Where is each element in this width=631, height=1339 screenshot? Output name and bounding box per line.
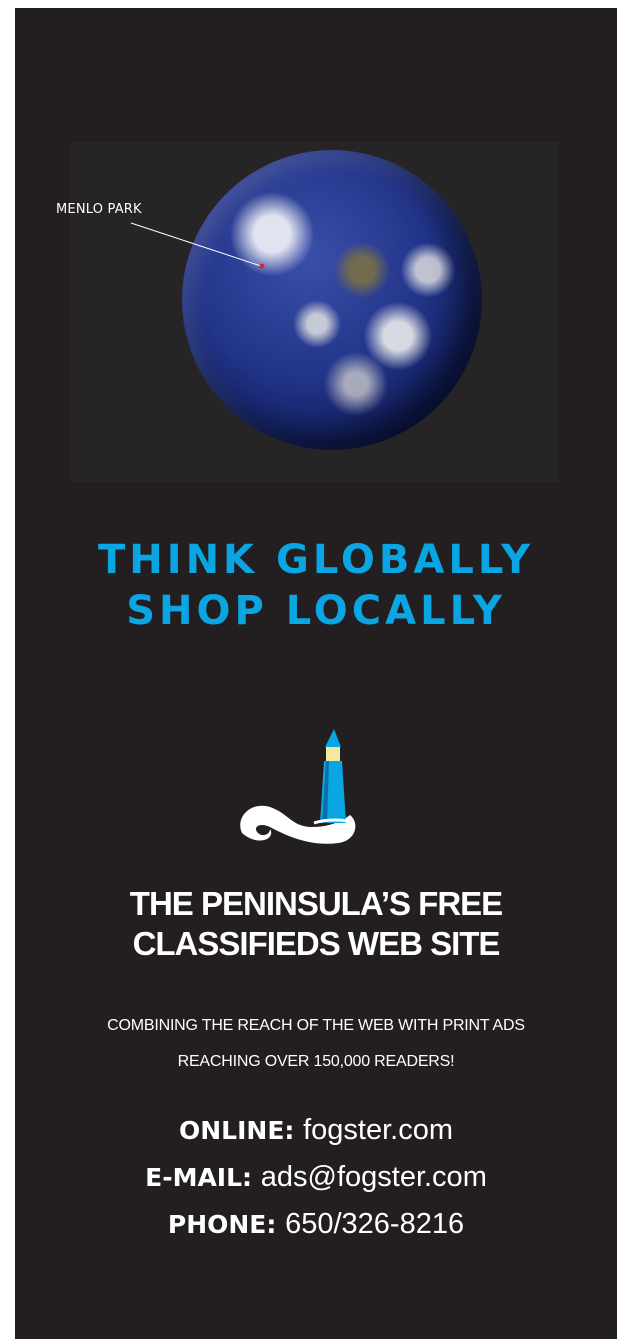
email-value[interactable]: ads@fogster.com: [261, 1161, 487, 1193]
contact-phone: PHONE: 650/326-8216: [15, 1201, 617, 1248]
headline: THINK GLOBALLY SHOP LOCALLY: [15, 535, 617, 637]
menlo-park-marker: [259, 263, 265, 269]
tagline: COMBINING THE REACH OF THE WEB WITH PRIN…: [15, 1008, 617, 1080]
contact-email: E-MAIL: ads@fogster.com: [15, 1154, 617, 1201]
tagline-line-2: REACHING OVER 150,000 READERS!: [177, 1053, 455, 1070]
sub-headline-line-2: CLASSIFIEDS WEB SITE: [132, 925, 501, 962]
sub-headline-line-1: THE PENINSULA’S FREE: [129, 885, 503, 922]
ad-panel: MENLO PARK THINK GLOBALLY SHOP LOCALLY T…: [15, 8, 617, 1339]
contact-online: ONLINE: fogster.com: [15, 1107, 617, 1154]
online-value[interactable]: fogster.com: [303, 1114, 453, 1146]
email-label: E-MAIL:: [145, 1163, 261, 1192]
menlo-park-label: MENLO PARK: [56, 202, 142, 217]
lighthouse-wave-icon: [240, 729, 356, 844]
phone-label: PHONE:: [167, 1210, 286, 1239]
contact-info: ONLINE: fogster.com E-MAIL: ads@fogster.…: [15, 1107, 617, 1248]
headline-line-2: SHOP LOCALLY: [126, 588, 506, 634]
phone-value[interactable]: 650/326-8216: [285, 1208, 464, 1240]
menlo-park-leader: [130, 222, 265, 269]
headline-line-1: THINK GLOBALLY: [97, 537, 535, 583]
sub-headline: THE PENINSULA’S FREE CLASSIFIEDS WEB SIT…: [15, 884, 617, 964]
tagline-line-1: COMBINING THE REACH OF THE WEB WITH PRIN…: [107, 1017, 525, 1034]
online-label: ONLINE:: [178, 1116, 304, 1145]
